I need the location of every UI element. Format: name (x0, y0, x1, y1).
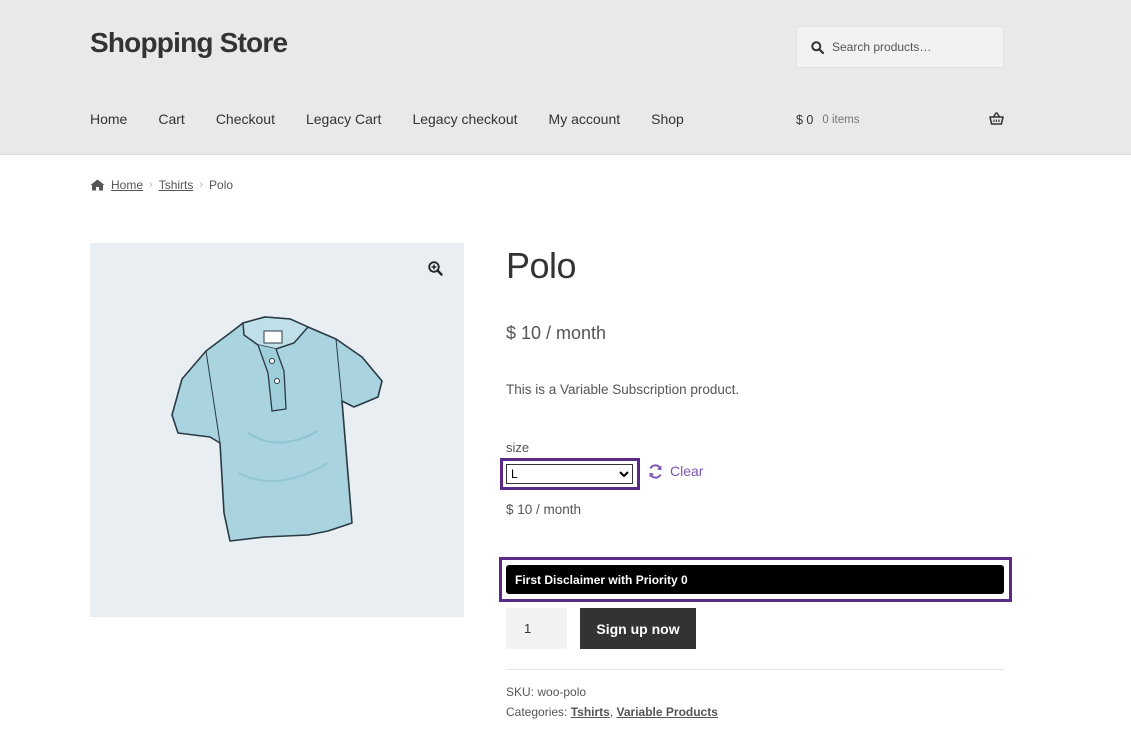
disclaimer-highlight: First Disclaimer with Priority 0 (499, 557, 1012, 602)
search-icon (811, 40, 824, 54)
cart-amount: $ 0 (796, 113, 814, 127)
disclaimer-banner: First Disclaimer with Priority 0 (506, 565, 1004, 594)
breadcrumb-category-link[interactable]: Tshirts (159, 178, 194, 192)
breadcrumb-separator: › (199, 179, 204, 191)
search-box[interactable] (796, 26, 1004, 68)
breadcrumb-current: Polo (209, 178, 234, 192)
size-label: size (506, 440, 530, 455)
sku-label: SKU: (506, 685, 535, 699)
search-input[interactable] (832, 40, 992, 54)
category-link-tshirts[interactable]: Tshirts (571, 705, 610, 719)
sign-up-button[interactable]: Sign up now (580, 608, 696, 649)
header-cart[interactable]: $ 0 0 items (796, 111, 1004, 129)
nav-item-checkout[interactable]: Checkout (216, 111, 275, 127)
product-image (171, 316, 383, 542)
product-price: $ 10 / month (506, 323, 607, 343)
categories-label: Categories: (506, 705, 568, 719)
product-description: This is a Variable Subscription product. (506, 382, 740, 397)
primary-nav: Home Cart Checkout Legacy Cart Legacy ch… (90, 111, 715, 127)
clear-button[interactable]: Clear (648, 463, 703, 479)
refresh-icon (649, 463, 662, 479)
product-categories: Categories: Tshirts, Variable Products (506, 705, 718, 719)
size-select[interactable]: L (506, 464, 633, 484)
site-title[interactable]: Shopping Store (90, 27, 288, 59)
cart-item-count: 0 items (822, 114, 860, 126)
size-select-highlight: L (500, 458, 640, 490)
product-gallery[interactable] (90, 243, 464, 617)
breadcrumb-separator: › (149, 179, 153, 191)
product-title: Polo (506, 245, 577, 286)
nav-item-legacy-cart[interactable]: Legacy Cart (306, 111, 381, 127)
category-link-variable-products[interactable]: Variable Products (617, 705, 718, 719)
breadcrumb: Home › Tshirts › Polo (90, 178, 233, 192)
clear-label: Clear (670, 463, 704, 479)
home-icon (90, 179, 105, 191)
nav-item-cart[interactable]: Cart (158, 111, 184, 127)
product-sku: SKU: woo-polo (506, 685, 586, 699)
sku-value: woo-polo (537, 685, 587, 699)
breadcrumb-home-link[interactable]: Home (111, 178, 143, 192)
nav-item-home[interactable]: Home (90, 111, 127, 127)
category-separator: , (609, 705, 614, 719)
nav-item-legacy-checkout[interactable]: Legacy checkout (412, 111, 517, 127)
site-header: Shopping Store Home Cart Checkout Legacy… (0, 0, 1131, 155)
quantity-input[interactable] (506, 608, 567, 649)
basket-icon (989, 112, 1004, 125)
variation-price: $ 10 / month (506, 502, 582, 517)
nav-item-shop[interactable]: Shop (651, 111, 684, 127)
divider (506, 669, 1004, 670)
zoom-in-icon[interactable] (428, 261, 443, 276)
nav-item-my-account[interactable]: My account (549, 111, 621, 127)
